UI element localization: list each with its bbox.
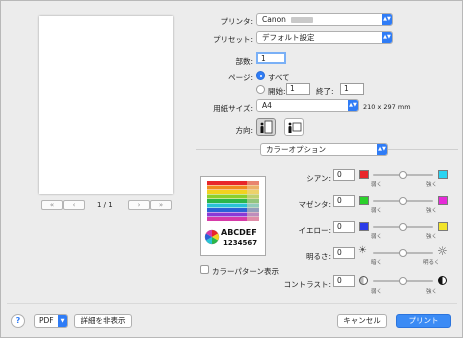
pages-from-field[interactable]: 1 — [286, 83, 310, 95]
copies-label: 部数: — [235, 57, 253, 66]
section-value: カラーオプション — [266, 145, 326, 154]
last-page-button[interactable]: » — [150, 200, 172, 210]
print-button[interactable]: プリント — [396, 314, 451, 328]
landscape-orientation-button[interactable] — [284, 118, 304, 136]
color-pattern-label: カラーパターン表示 — [212, 267, 280, 276]
prev-page-button[interactable]: ‹ — [63, 200, 85, 210]
printer-value: Canon — [262, 15, 286, 24]
printer-popup[interactable]: Canon ▲▼ — [256, 13, 393, 26]
pages-label: ページ: — [228, 73, 253, 82]
orientation-label: 方向: — [235, 126, 253, 135]
yellow-slider-knob[interactable] — [399, 223, 407, 231]
portrait-icon — [260, 120, 273, 134]
next-page-button[interactable]: › — [128, 200, 150, 210]
contrast-slider-knob[interactable] — [399, 277, 407, 285]
page-preview — [39, 16, 173, 194]
first-page-button[interactable]: « — [41, 200, 63, 210]
contrast-weak-label: 弱く — [371, 289, 383, 295]
brightness-slider-knob[interactable] — [399, 249, 407, 257]
color-pattern-checkbox[interactable] — [200, 265, 209, 274]
magenta-weak-label: 弱く — [371, 208, 383, 214]
contrast-strong-label: 強く — [426, 289, 438, 295]
contrast-low-icon — [359, 276, 368, 285]
paper-size-value: A4 — [262, 101, 272, 110]
chevron-updown-icon: ▲▼ — [348, 100, 358, 111]
pages-to-label: 終了: — [316, 87, 334, 96]
copies-field[interactable]: 1 — [256, 52, 286, 64]
cancel-button[interactable]: キャンセル — [337, 314, 387, 328]
magenta-swatch — [438, 196, 448, 205]
cyan-weak-label: 弱く — [371, 182, 383, 188]
cyan-slider-knob[interactable] — [399, 171, 407, 179]
sun-bright-icon: ☼ — [437, 244, 448, 258]
pattern-text-line1: ABCDEF — [221, 228, 257, 237]
sun-dim-icon: ☀ — [358, 245, 367, 256]
green-swatch — [359, 196, 369, 205]
brightness-field[interactable]: 0 — [333, 247, 355, 259]
pages-all-radio[interactable] — [256, 71, 265, 80]
contrast-field[interactable]: 0 — [333, 275, 355, 287]
page-indicator: 1 / 1 — [97, 201, 113, 209]
magenta-slider-knob[interactable] — [399, 197, 407, 205]
chevron-updown-icon: ▲▼ — [382, 32, 392, 43]
footer-separator — [7, 303, 457, 304]
section-popup[interactable]: カラーオプション ▲▼ — [260, 143, 388, 156]
contrast-label: コントラスト: — [283, 280, 331, 289]
chevron-down-icon: ▼ — [58, 315, 67, 327]
paper-size-popup[interactable]: A4 ▲▼ — [256, 99, 359, 112]
pdf-label: PDF — [39, 316, 54, 325]
magenta-field[interactable]: 0 — [333, 195, 355, 207]
cyan-swatch — [438, 170, 448, 179]
pdf-menu-button[interactable]: PDF ▼ — [34, 314, 68, 328]
yellow-field[interactable]: 0 — [333, 221, 355, 233]
pages-all-label: すべて — [268, 73, 290, 82]
hide-details-button[interactable]: 詳細を非表示 — [74, 314, 132, 328]
presets-value: デフォルト設定 — [262, 33, 315, 42]
yellow-swatch — [438, 222, 448, 231]
yellow-weak-label: 弱く — [371, 234, 383, 240]
cyan-strong-label: 強く — [426, 182, 438, 188]
help-button[interactable]: ? — [11, 314, 25, 328]
portrait-orientation-button[interactable] — [256, 118, 276, 136]
brightness-label: 明るさ: — [305, 252, 331, 261]
magenta-label: マゼンタ: — [298, 200, 331, 209]
magenta-strong-label: 強く — [426, 208, 438, 214]
paper-dimensions: 210 x 297 mm — [363, 103, 411, 111]
printer-label: プリンタ: — [220, 17, 253, 26]
brightness-dark-label: 暗く — [371, 260, 383, 266]
color-pattern-preview: ABCDEF 1234567 — [200, 176, 266, 256]
blue-swatch — [359, 222, 369, 231]
red-swatch — [359, 170, 369, 179]
landscape-icon — [288, 122, 302, 133]
cyan-field[interactable]: 0 — [333, 169, 355, 181]
pages-from-label: 開始: — [268, 87, 286, 96]
cyan-label: シアン: — [306, 174, 331, 183]
presets-popup[interactable]: デフォルト設定 ▲▼ — [256, 31, 393, 44]
pages-to-field[interactable]: 1 — [340, 83, 364, 95]
chevron-updown-icon: ▲▼ — [377, 144, 387, 155]
presets-label: プリセット: — [212, 35, 253, 44]
contrast-high-icon — [438, 276, 447, 285]
yellow-label: イエロー: — [298, 226, 331, 235]
paper-size-label: 用紙サイズ: — [213, 104, 253, 113]
yellow-strong-label: 強く — [426, 234, 438, 240]
print-dialog: « ‹ 1 / 1 › » プリンタ: Canon ▲▼ プリセット: デフォル… — [0, 0, 463, 338]
brightness-bright-label: 明るく — [423, 260, 440, 266]
chevron-updown-icon: ▲▼ — [382, 14, 392, 25]
printer-name-redacted — [291, 17, 314, 23]
pages-range-radio[interactable] — [256, 85, 265, 94]
pattern-text-line2: 1234567 — [223, 239, 258, 247]
